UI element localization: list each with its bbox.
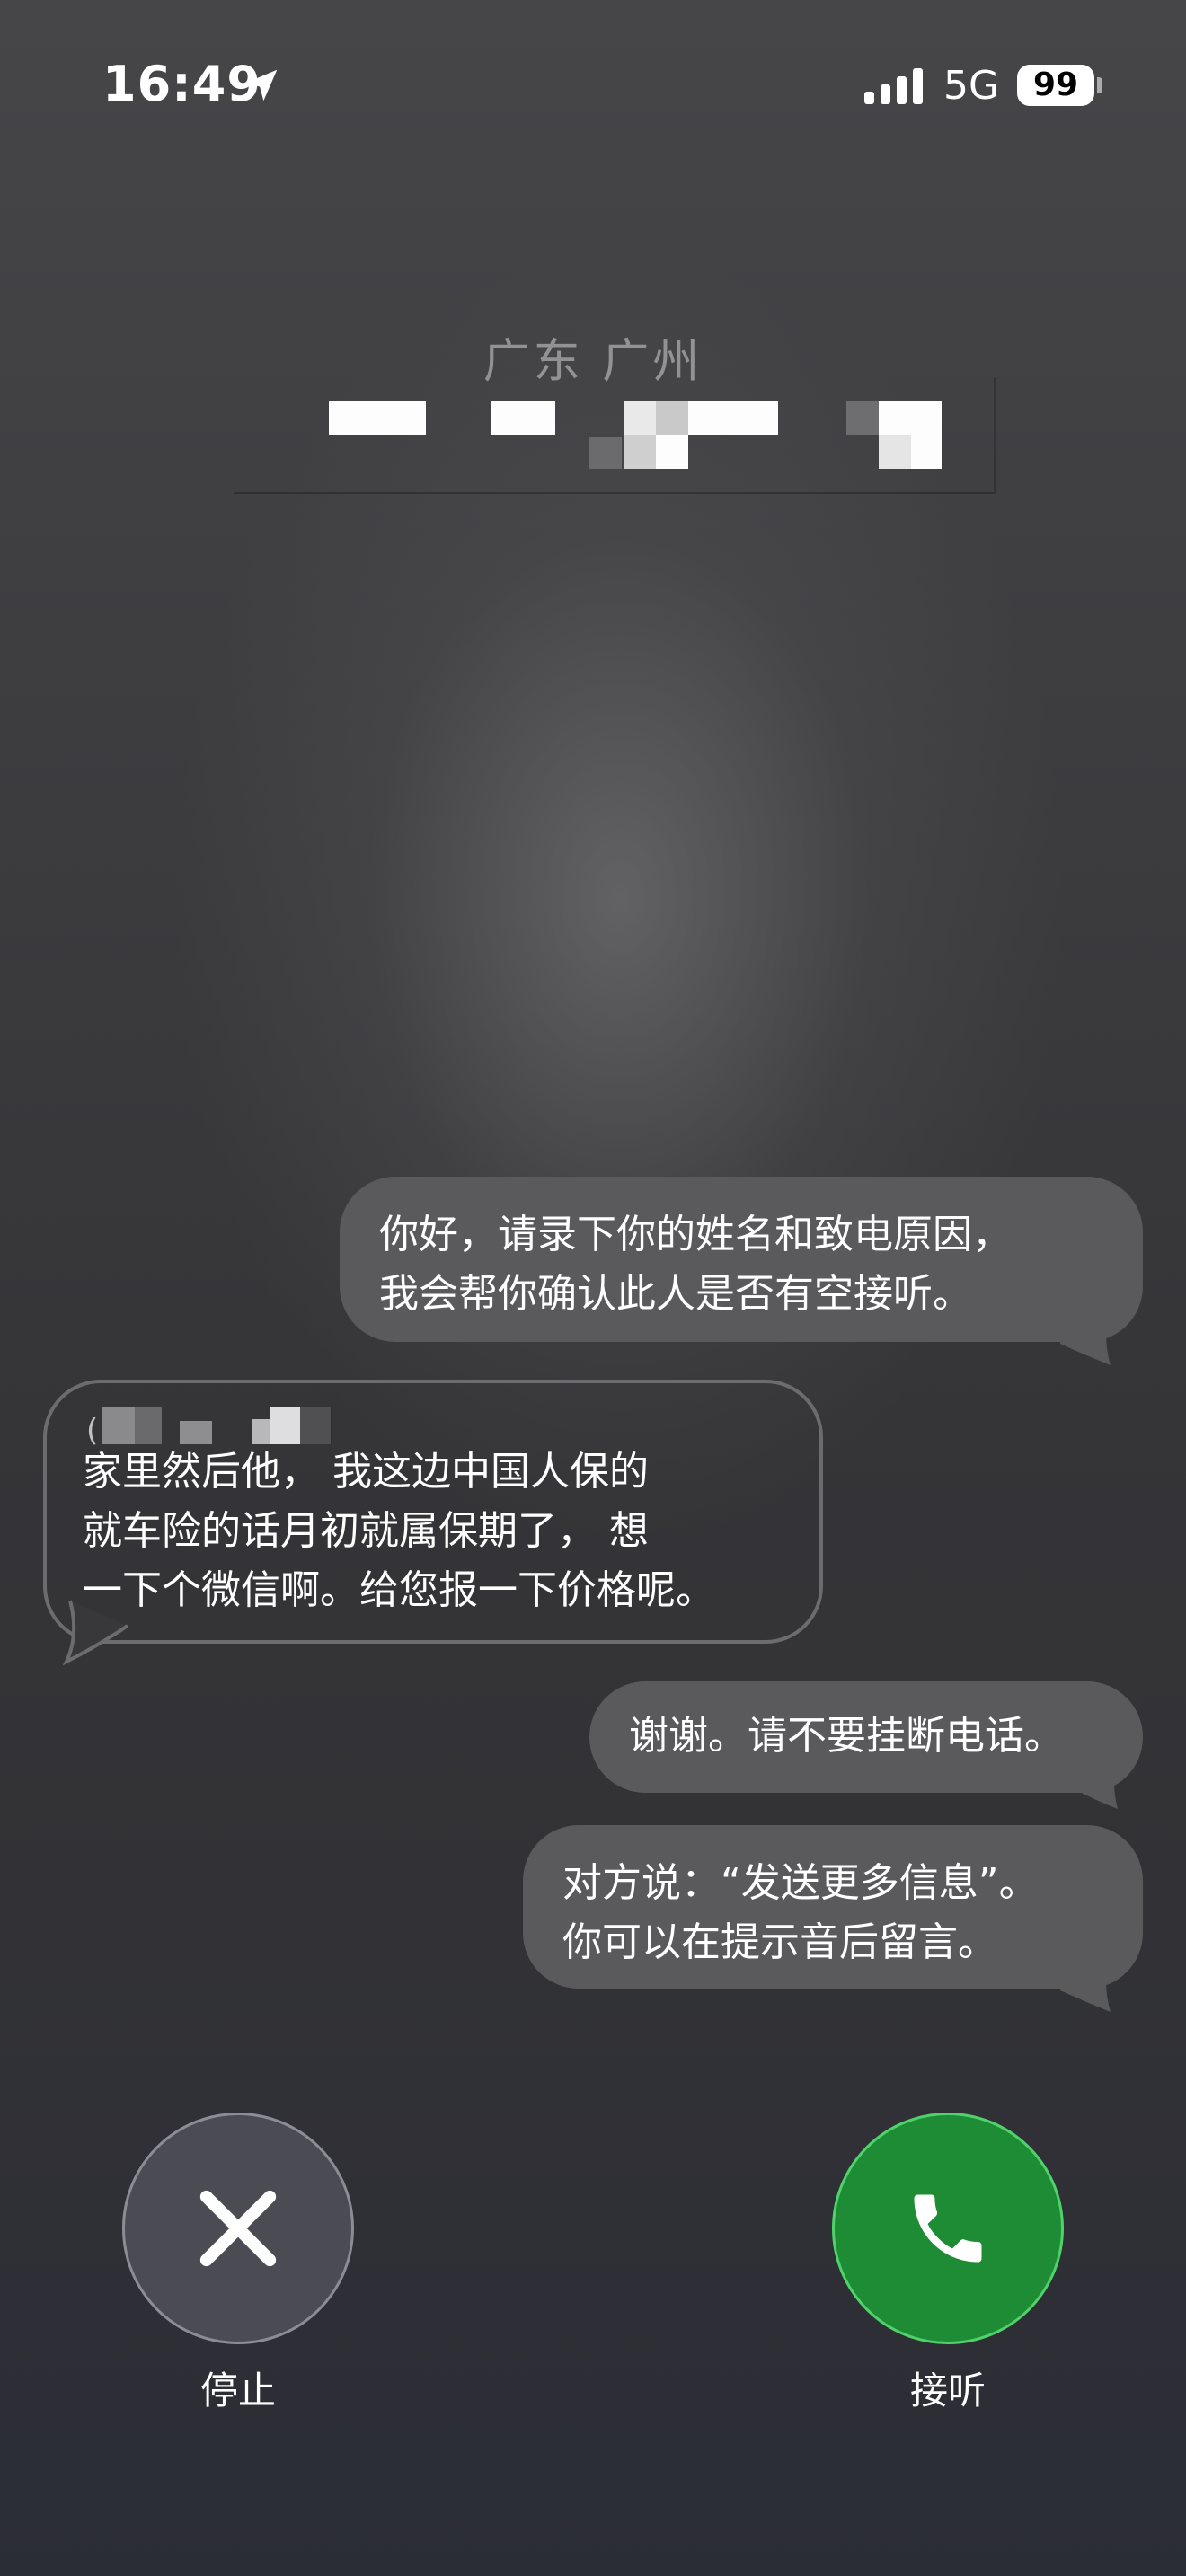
answer-label: 接听 [909, 2369, 986, 2413]
bubble-tail [62, 1600, 129, 1666]
bubble-tail [1075, 1751, 1123, 1809]
message-line: 对方说：“发送更多信息”。 [562, 1860, 1039, 1906]
battery-cap [1097, 77, 1102, 93]
status-bar: 16:49 5G 99 [0, 0, 1186, 171]
call-screening-screen: 16:49 5G 99 广东 广州 你好，请录下你的姓名和致电原因， 我会帮你确… [0, 0, 1186, 2576]
assistant-message-bubble: 对方说：“发送更多信息”。 你可以在提示音后留言。 [523, 1825, 1143, 1989]
answer-button[interactable] [832, 2113, 1064, 2344]
bubble-tail [1060, 1301, 1116, 1365]
assistant-message-bubble: 谢谢。请不要挂断电话。 [589, 1681, 1143, 1793]
message-line: 你好，请录下你的姓名和致电原因， [379, 1212, 1012, 1257]
transcript-line: 一下个微信啊。给您报一下价格呢。 [83, 1567, 715, 1613]
transcript-line: 就车险的话月初就属保期了， 想 [83, 1508, 649, 1554]
stop-label: 停止 [199, 2369, 276, 2413]
phone-icon [914, 2194, 982, 2263]
battery-indicator: 99 [1017, 65, 1094, 106]
caller-transcript-bubble: ( 家里然后他， 我这边中国人保的 就车险的话月初就属保期了， 想 一下个微信啊… [43, 1380, 823, 1644]
assistant-message-bubble: 你好，请录下你的姓名和致电原因， 我会帮你确认此人是否有空接听。 [340, 1177, 1143, 1342]
message-line: 谢谢。请不要挂断电话。 [629, 1713, 1064, 1759]
message-line: 我会帮你确认此人是否有空接听。 [379, 1271, 972, 1317]
stop-button[interactable] [122, 2113, 354, 2344]
caller-number-redacted [234, 377, 996, 494]
message-line: 你可以在提示音后留言。 [562, 1919, 997, 1965]
bubble-tail [1060, 1947, 1116, 2012]
close-x-icon [199, 2190, 277, 2267]
caller-name-redacted: ( [86, 1399, 374, 1449]
location-arrow-icon [245, 69, 278, 101]
network-type: 5G [943, 63, 1000, 109]
cellular-signal-icon [864, 68, 923, 104]
clock-time: 16:49 [102, 56, 261, 112]
transcript-line: 家里然后他， 我这边中国人保的 [83, 1449, 649, 1495]
